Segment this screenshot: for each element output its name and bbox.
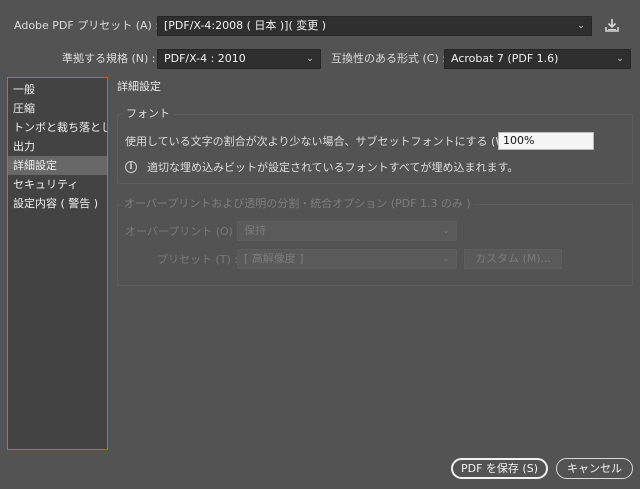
category-sidebar[interactable]: 一般 圧縮 トンボと裁ち落とし 出力 詳細設定 セキュリティ 設定内容 ( 警告… [7,77,108,450]
compat-label: 互換性のある形式 (C) : [331,52,446,65]
save-pdf-button[interactable]: PDF を保存 (S) [451,458,548,479]
sidebar-item-label: 出力 [13,140,35,153]
preset-select[interactable]: [PDF/X-4:2008 ( 日本 )]( 変更 ) ⌄ [157,16,592,36]
section-title: 詳細設定 [117,80,161,93]
custom-button[interactable]: カスタム (M)... [464,249,562,269]
compat-select[interactable]: Acrobat 7 (PDF 1.6) ⌄ [444,49,631,69]
compat-select-value: Acrobat 7 (PDF 1.6) [451,52,559,65]
chevron-down-icon: ⌄ [442,254,450,264]
cancel-button[interactable]: キャンセル [556,458,633,479]
sidebar-item-label: トンボと裁ち落とし [13,121,107,134]
standard-select[interactable]: PDF/X-4 : 2010 ⌄ [157,49,321,69]
sidebar-item-compression[interactable]: 圧縮 [8,99,107,118]
sidebar-item-label: セキュリティ [13,178,79,191]
chevron-down-icon: ⌄ [306,54,314,64]
sidebar-item-general[interactable]: 一般 [8,80,107,99]
sidebar-item-security[interactable]: セキュリティ [8,175,107,194]
flattener-preset-label: プリセット (T) : [157,253,239,266]
overprint-group-title: オーバープリントおよび透明の分割・統合オプション (PDF 1.3 のみ ) [121,197,474,211]
sidebar-item-summary[interactable]: 設定内容 ( 警告 ) [8,194,107,213]
standard-label: 準拠する規格 (N) : [62,52,156,65]
font-group-title: フォント [123,107,173,121]
flattener-preset-value: [ 高解像度 ] [244,252,304,265]
overprint-label: オーバープリント (O) : [125,225,241,238]
save-preset-icon[interactable] [602,16,622,36]
subset-percent-value: 100% [503,134,535,147]
sidebar-item-label: 一般 [13,83,35,96]
preset-select-value: [PDF/X-4:2008 ( 日本 )]( 変更 ) [164,19,327,32]
flattener-preset-select[interactable]: [ 高解像度 ] ⌄ [237,249,457,269]
sidebar-item-label: 設定内容 ( 警告 ) [13,197,99,210]
standard-select-value: PDF/X-4 : 2010 [164,52,246,65]
overprint-select[interactable]: 保持 ⌄ [237,221,457,241]
chevron-down-icon: ⌄ [442,226,450,236]
font-info-text: 適切な埋め込みビットが設定されているフォントすべてが埋め込まれます。 [147,161,519,174]
sidebar-item-label: 詳細設定 [13,159,57,172]
subset-label: 使用している文字の割合が次より少ない場合、サブセットフォントにする (W) : [125,135,518,148]
sidebar-item-label: 圧縮 [13,102,35,115]
preset-label: Adobe PDF プリセット (A) : [14,19,160,32]
overprint-group [117,204,633,286]
chevron-down-icon: ⌄ [616,54,624,64]
overprint-select-value: 保持 [244,224,266,237]
sidebar-item-marks-bleeds[interactable]: トンボと裁ち落とし [8,118,107,137]
info-icon: i [125,161,137,173]
subset-percent-input[interactable]: 100% [498,132,594,150]
chevron-down-icon: ⌄ [577,21,585,31]
sidebar-item-advanced[interactable]: 詳細設定 [8,156,107,175]
sidebar-item-output[interactable]: 出力 [8,137,107,156]
